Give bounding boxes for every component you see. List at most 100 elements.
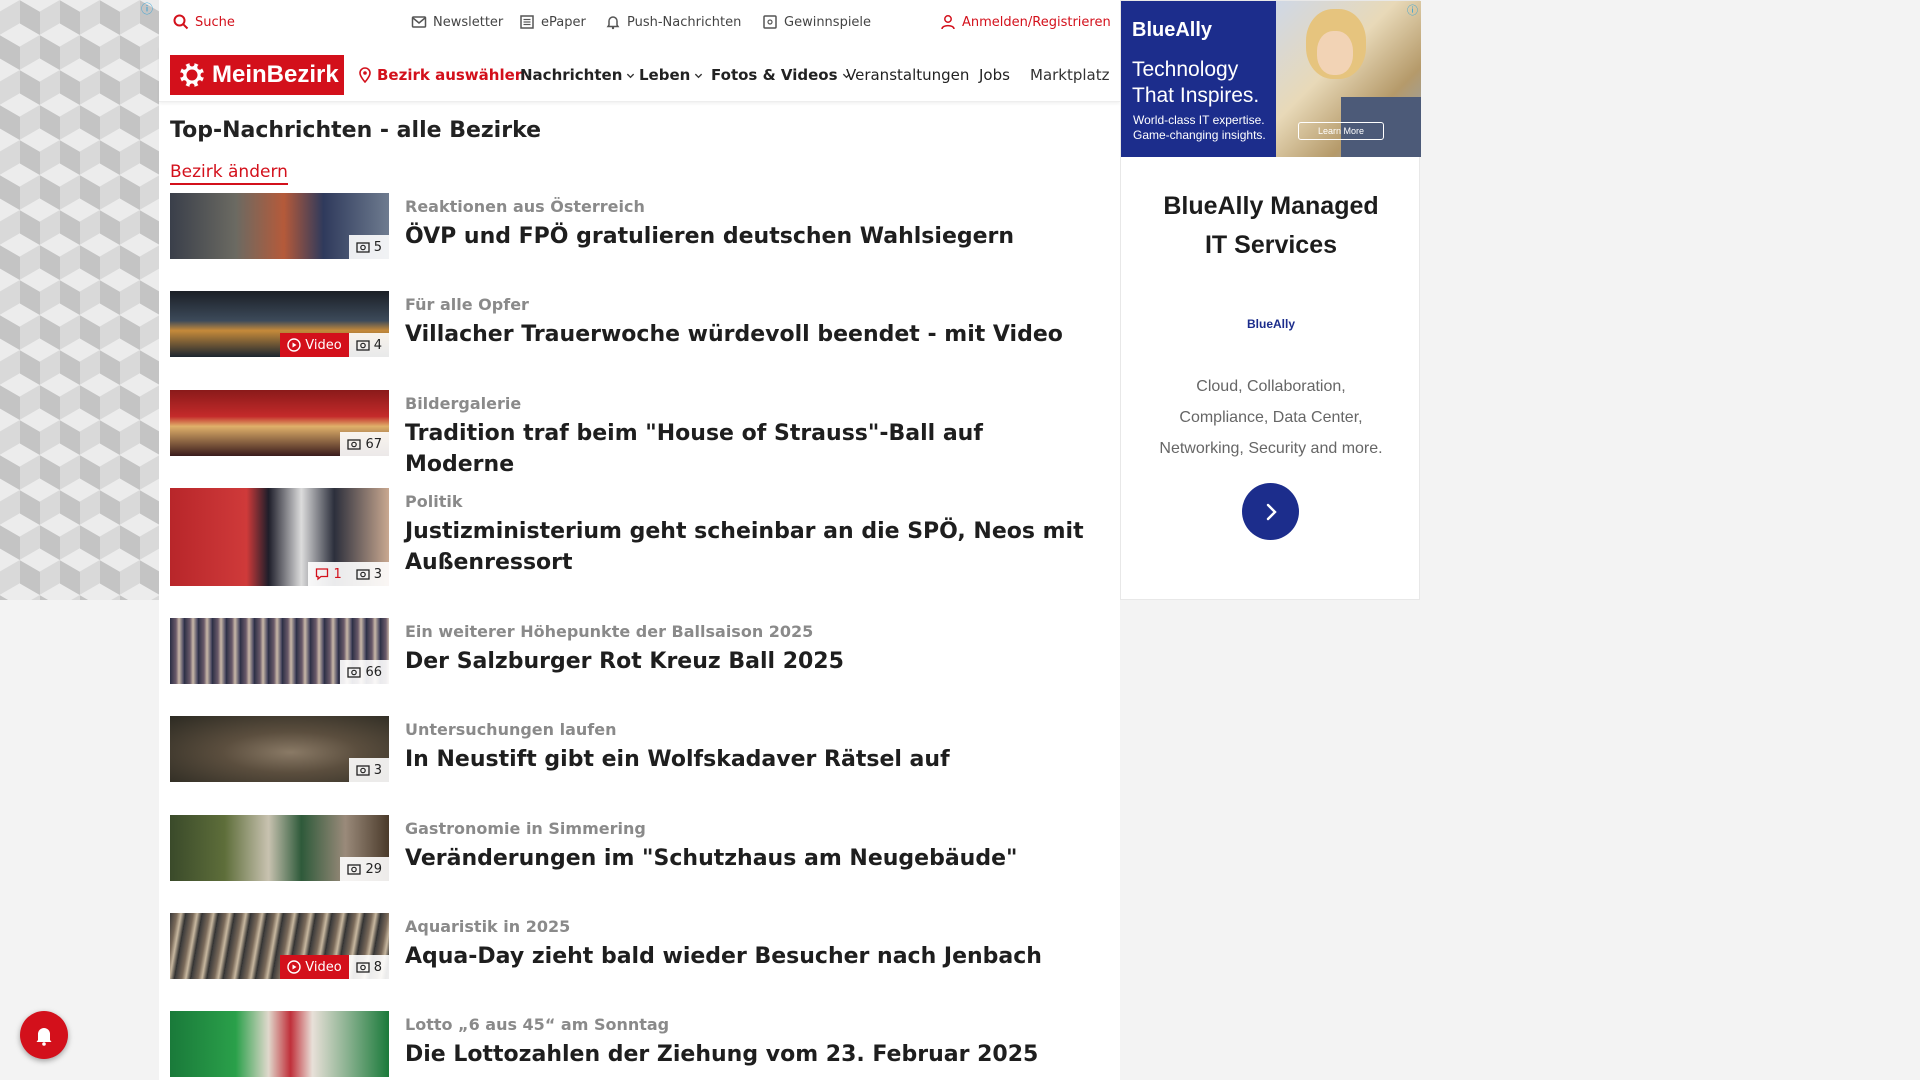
ad-brand: BlueAlly (1132, 19, 1213, 41)
article-thumbnail[interactable]: Video 4 (170, 291, 389, 357)
nav-item-veranstaltungen[interactable]: Veranstaltungen (846, 66, 969, 84)
newsletter-link[interactable]: Newsletter (411, 14, 503, 30)
camera-icon (356, 962, 370, 973)
play-icon (287, 960, 301, 974)
bell-icon (36, 1028, 52, 1046)
ad-title-line: IT Services (1204, 231, 1338, 259)
photo-count-value: 3 (373, 566, 382, 582)
comment-count: 1 (308, 562, 348, 586)
article-thumbnail[interactable]: 66 (170, 618, 389, 684)
ad-logo-small: BlueAlly (1246, 317, 1295, 331)
article-headline[interactable]: ÖVP und FPÖ gratulieren deutschen Wahlsi… (405, 221, 1085, 252)
search-link[interactable]: Suche (173, 14, 235, 30)
article-headline[interactable]: Justizministerium geht scheinbar an die … (405, 516, 1085, 578)
article-headline[interactable]: In Neustift gibt ein Wolfskadaver Rätsel… (405, 744, 1085, 775)
article-thumbnail[interactable]: 5 (170, 193, 389, 259)
media-badge: 3 (348, 758, 389, 782)
play-icon (287, 338, 301, 352)
bell-icon (606, 16, 620, 30)
ad-description-line: Networking, Security and more. (1159, 440, 1383, 457)
article-headline[interactable]: Tradition traf beim "House of Strauss"-B… (405, 418, 1085, 480)
article-thumbnail[interactable]: 29 (170, 815, 389, 881)
ad-banner[interactable]: BlueAlly Technology That Inspires. World… (1121, 1, 1421, 157)
user-icon (941, 15, 955, 30)
photo-count: 8 (349, 955, 389, 979)
bezirk-label: Bezirk auswählen (377, 66, 526, 84)
media-badge: Video 4 (280, 333, 389, 357)
location-pin-icon (359, 67, 371, 83)
nav-item-fotos-videos[interactable]: Fotos & Videos (711, 66, 851, 84)
media-badge: Video 8 (280, 955, 389, 979)
photo-count: 3 (349, 758, 389, 782)
ad-tagline: Technology That Inspires. (1132, 57, 1259, 109)
main-nav: MeinBezirk Bezirk auswählen Nachrichten … (159, 46, 1120, 102)
nav-item-leben[interactable]: Leben (639, 66, 703, 84)
ad-choices-icon[interactable]: ⓘ (141, 0, 153, 17)
camera-icon (347, 667, 362, 678)
media-badge: 5 (348, 235, 389, 259)
article-kicker: Reaktionen aus Österreich (405, 197, 645, 216)
nav-label: Leben (639, 66, 691, 84)
article-thumbnail[interactable]: 67 (170, 390, 389, 456)
article-headline[interactable]: Veränderungen im "Schutzhaus am Neugebäu… (405, 843, 1085, 874)
comment-count-value: 1 (333, 566, 342, 582)
video-label: Video (305, 959, 342, 975)
page-title: Top-Nachrichten - alle Bezirke (170, 118, 542, 143)
article-headline[interactable]: Villacher Trauerwoche würdevoll beendet … (405, 319, 1085, 350)
ad-title-line: BlueAlly Managed (1163, 192, 1379, 220)
ad-learn-more-button[interactable]: Learn More (1298, 122, 1384, 140)
video-label: Video (305, 337, 342, 353)
mail-icon (411, 16, 427, 28)
camera-icon (356, 340, 370, 351)
video-badge: Video (280, 955, 349, 979)
login-link[interactable]: Anmelden/Registrieren (940, 14, 1111, 30)
article-thumbnail[interactable] (170, 1011, 389, 1077)
photo-count: 4 (349, 333, 389, 357)
epaper-link[interactable]: ePaper (519, 14, 586, 30)
media-badge: 1 3 (308, 562, 389, 586)
ad-info-icon[interactable]: ⓘ (1407, 2, 1418, 18)
logo-text: MeinBezirk (212, 61, 339, 88)
ad-photo-face (1317, 31, 1353, 75)
puzzle-icon (763, 15, 777, 29)
gewinnspiele-link[interactable]: Gewinnspiele (762, 14, 871, 30)
article-headline[interactable]: Der Salzburger Rot Kreuz Ball 2025 (405, 646, 1085, 677)
chevron-down-icon (695, 73, 703, 78)
article-thumbnail[interactable]: 1 3 (170, 488, 389, 586)
bezirk-select[interactable]: Bezirk auswählen (357, 66, 525, 84)
push-notification-button[interactable] (20, 1011, 68, 1059)
change-bezirk-link[interactable]: Bezirk ändern (170, 162, 288, 185)
photo-count-value: 66 (365, 664, 382, 680)
main-column: Suche Newsletter ePaper Push-Nachrichten… (159, 0, 1120, 1080)
ad-title: BlueAlly Managed IT Services (1121, 187, 1421, 265)
article-kicker: Untersuchungen laufen (405, 720, 617, 739)
ad-subtext-line: World-class IT expertise. (1133, 113, 1265, 127)
video-badge: Video (280, 333, 349, 357)
media-badge: 66 (340, 660, 389, 684)
nav-label: Marktplatz (1030, 66, 1110, 84)
nav-item-jobs[interactable]: Jobs (979, 66, 1010, 84)
article-headline[interactable]: Die Lottozahlen der Ziehung vom 23. Febr… (405, 1039, 1085, 1070)
advertisement[interactable]: BlueAlly Technology That Inspires. World… (1120, 0, 1421, 600)
push-label: Push-Nachrichten (627, 14, 742, 30)
camera-icon (347, 864, 362, 875)
article-kicker: Lotto „6 aus 45“ am Sonntag (405, 1015, 670, 1034)
nav-label: Nachrichten (520, 66, 623, 84)
ad-next-button[interactable] (1242, 483, 1299, 540)
media-badge: 67 (340, 432, 389, 456)
article-thumbnail[interactable]: Video 8 (170, 913, 389, 979)
article-headline[interactable]: Aqua-Day zieht bald wieder Besucher nach… (405, 941, 1085, 972)
ad-subtext-line: Game-changing insights. (1133, 128, 1266, 142)
nav-item-nachrichten[interactable]: Nachrichten (520, 66, 635, 84)
newspaper-icon (520, 15, 534, 29)
photo-count-value: 4 (373, 337, 382, 353)
photo-count: 29 (340, 857, 389, 881)
push-link[interactable]: Push-Nachrichten (605, 14, 741, 30)
nav-label: Fotos & Videos (711, 66, 838, 84)
article-thumbnail[interactable]: 3 (170, 716, 389, 782)
site-logo[interactable]: MeinBezirk (170, 55, 344, 95)
search-icon (173, 14, 189, 30)
camera-icon (347, 439, 362, 450)
camera-icon (356, 765, 370, 776)
nav-item-marktplatz[interactable]: Marktplatz (1030, 66, 1112, 84)
